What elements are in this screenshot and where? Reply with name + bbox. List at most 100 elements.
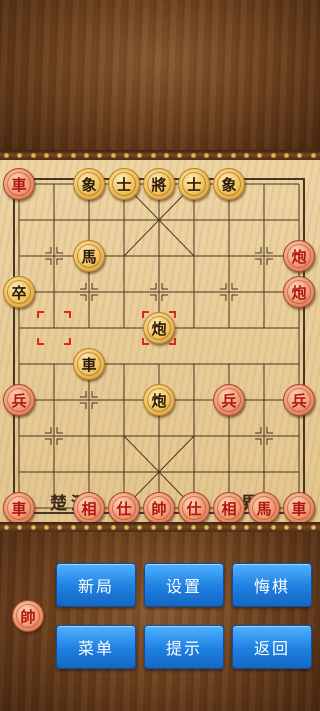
piece-black-horse[interactable]: 馬: [73, 240, 105, 272]
piece-black-elephant-left[interactable]: 象: [73, 168, 105, 200]
hint-button[interactable]: 提示: [144, 625, 224, 669]
piece-red-cannon-a[interactable]: 炮: [283, 240, 315, 272]
xiangqi-board[interactable]: 楚河 漢界 車象士將士象馬炮卒炮炮車兵炮兵兵車相仕帥仕相馬車: [0, 160, 320, 524]
position-mark: [220, 294, 227, 301]
piece-character: 馬: [81, 247, 97, 266]
position-mark: [45, 427, 52, 434]
settings-button[interactable]: 设置: [144, 563, 224, 607]
position-mark: [255, 247, 262, 254]
piece-red-horse[interactable]: 馬: [248, 492, 280, 524]
piece-red-general[interactable]: 帥: [143, 492, 175, 524]
piece-character: 炮: [291, 247, 307, 266]
rail-stud: [190, 525, 196, 530]
piece-red-elephant-left[interactable]: 相: [73, 492, 105, 524]
rail-stud: [230, 525, 236, 530]
piece-character: 兵: [11, 391, 27, 410]
move-from-marker: [37, 311, 44, 318]
piece-black-general[interactable]: 將: [143, 168, 175, 200]
position-mark: [45, 438, 52, 445]
piece-red-chariot-left[interactable]: 車: [3, 492, 35, 524]
piece-character: 象: [81, 175, 97, 194]
rail-stud: [164, 153, 170, 158]
piece-character: 炮: [291, 283, 307, 302]
piece-red-advisor-left[interactable]: 仕: [108, 492, 140, 524]
position-mark: [266, 438, 273, 445]
position-mark: [266, 427, 273, 434]
rail-stud: [97, 153, 103, 158]
piece-black-chariot[interactable]: 車: [73, 348, 105, 380]
piece-character: 炮: [151, 319, 167, 338]
piece-black-chariot-left[interactable]: 車: [3, 168, 35, 200]
undo-button[interactable]: 悔棋: [232, 563, 312, 607]
rail-stud: [97, 525, 103, 530]
piece-red-elephant-right[interactable]: 相: [213, 492, 245, 524]
position-mark: [80, 283, 87, 290]
rail-stud: [4, 153, 10, 158]
rail-stud: [204, 153, 210, 158]
piece-red-soldier-mid[interactable]: 兵: [213, 384, 245, 416]
new-game-button[interactable]: 新局: [56, 563, 136, 607]
rail-stud: [124, 153, 130, 158]
piece-character: 車: [11, 175, 27, 194]
back-button[interactable]: 返回: [232, 625, 312, 669]
position-mark: [91, 294, 98, 301]
position-mark: [80, 402, 87, 409]
rail-stud: [57, 525, 63, 530]
piece-black-soldier[interactable]: 卒: [3, 276, 35, 308]
piece-character: 車: [291, 499, 307, 518]
rail-stud: [84, 525, 90, 530]
rail-stud: [244, 153, 250, 158]
rail-stud: [110, 525, 116, 530]
piece-character: 將: [151, 175, 167, 194]
piece-red-advisor-right[interactable]: 仕: [178, 492, 210, 524]
piece-black-advisor-right[interactable]: 士: [178, 168, 210, 200]
position-mark: [80, 391, 87, 398]
rail-stud: [70, 153, 76, 158]
piece-black-advisor-left[interactable]: 士: [108, 168, 140, 200]
rail-stud: [217, 153, 223, 158]
rail-stud: [110, 153, 116, 158]
move-from-marker: [37, 338, 44, 345]
piece-red-soldier-right[interactable]: 兵: [283, 384, 315, 416]
bottom-wood-panel: [0, 532, 320, 711]
piece-character: 士: [186, 175, 202, 194]
move-from-marker: [64, 311, 71, 318]
rail-stud: [284, 153, 290, 158]
position-mark: [56, 427, 63, 434]
piece-character: 炮: [151, 391, 167, 410]
rail-stud: [150, 153, 156, 158]
rail-stud: [297, 525, 303, 530]
rail-stud: [230, 153, 236, 158]
position-mark: [80, 294, 87, 301]
menu-button[interactable]: 菜单: [56, 625, 136, 669]
piece-character: 車: [81, 355, 97, 374]
position-mark: [231, 283, 238, 290]
piece-black-elephant-right[interactable]: 象: [213, 168, 245, 200]
piece-character: 卒: [11, 283, 27, 302]
piece-character: 相: [81, 499, 97, 518]
position-mark: [231, 294, 238, 301]
piece-black-cannon-selected[interactable]: 炮: [143, 312, 175, 344]
piece-character: 兵: [221, 391, 237, 410]
position-mark: [45, 247, 52, 254]
position-mark: [161, 294, 168, 301]
position-mark: [56, 247, 63, 254]
position-mark: [91, 283, 98, 290]
piece-red-chariot-right[interactable]: 車: [283, 492, 315, 524]
rail-stud: [297, 153, 303, 158]
rail-stud: [310, 525, 316, 530]
piece-character: 兵: [291, 391, 307, 410]
piece-red-soldier-left[interactable]: 兵: [3, 384, 35, 416]
piece-red-cannon-b[interactable]: 炮: [283, 276, 315, 308]
rail-stud: [257, 153, 263, 158]
rail-stud: [137, 153, 143, 158]
piece-character: 相: [221, 499, 237, 518]
piece-black-cannon[interactable]: 炮: [143, 384, 175, 416]
position-mark: [45, 258, 52, 265]
rail-stud: [44, 525, 50, 530]
rail-stud: [284, 525, 290, 530]
rail-stud: [70, 525, 76, 530]
rail-stud: [17, 525, 23, 530]
position-mark: [150, 294, 157, 301]
rail-stud: [257, 525, 263, 530]
